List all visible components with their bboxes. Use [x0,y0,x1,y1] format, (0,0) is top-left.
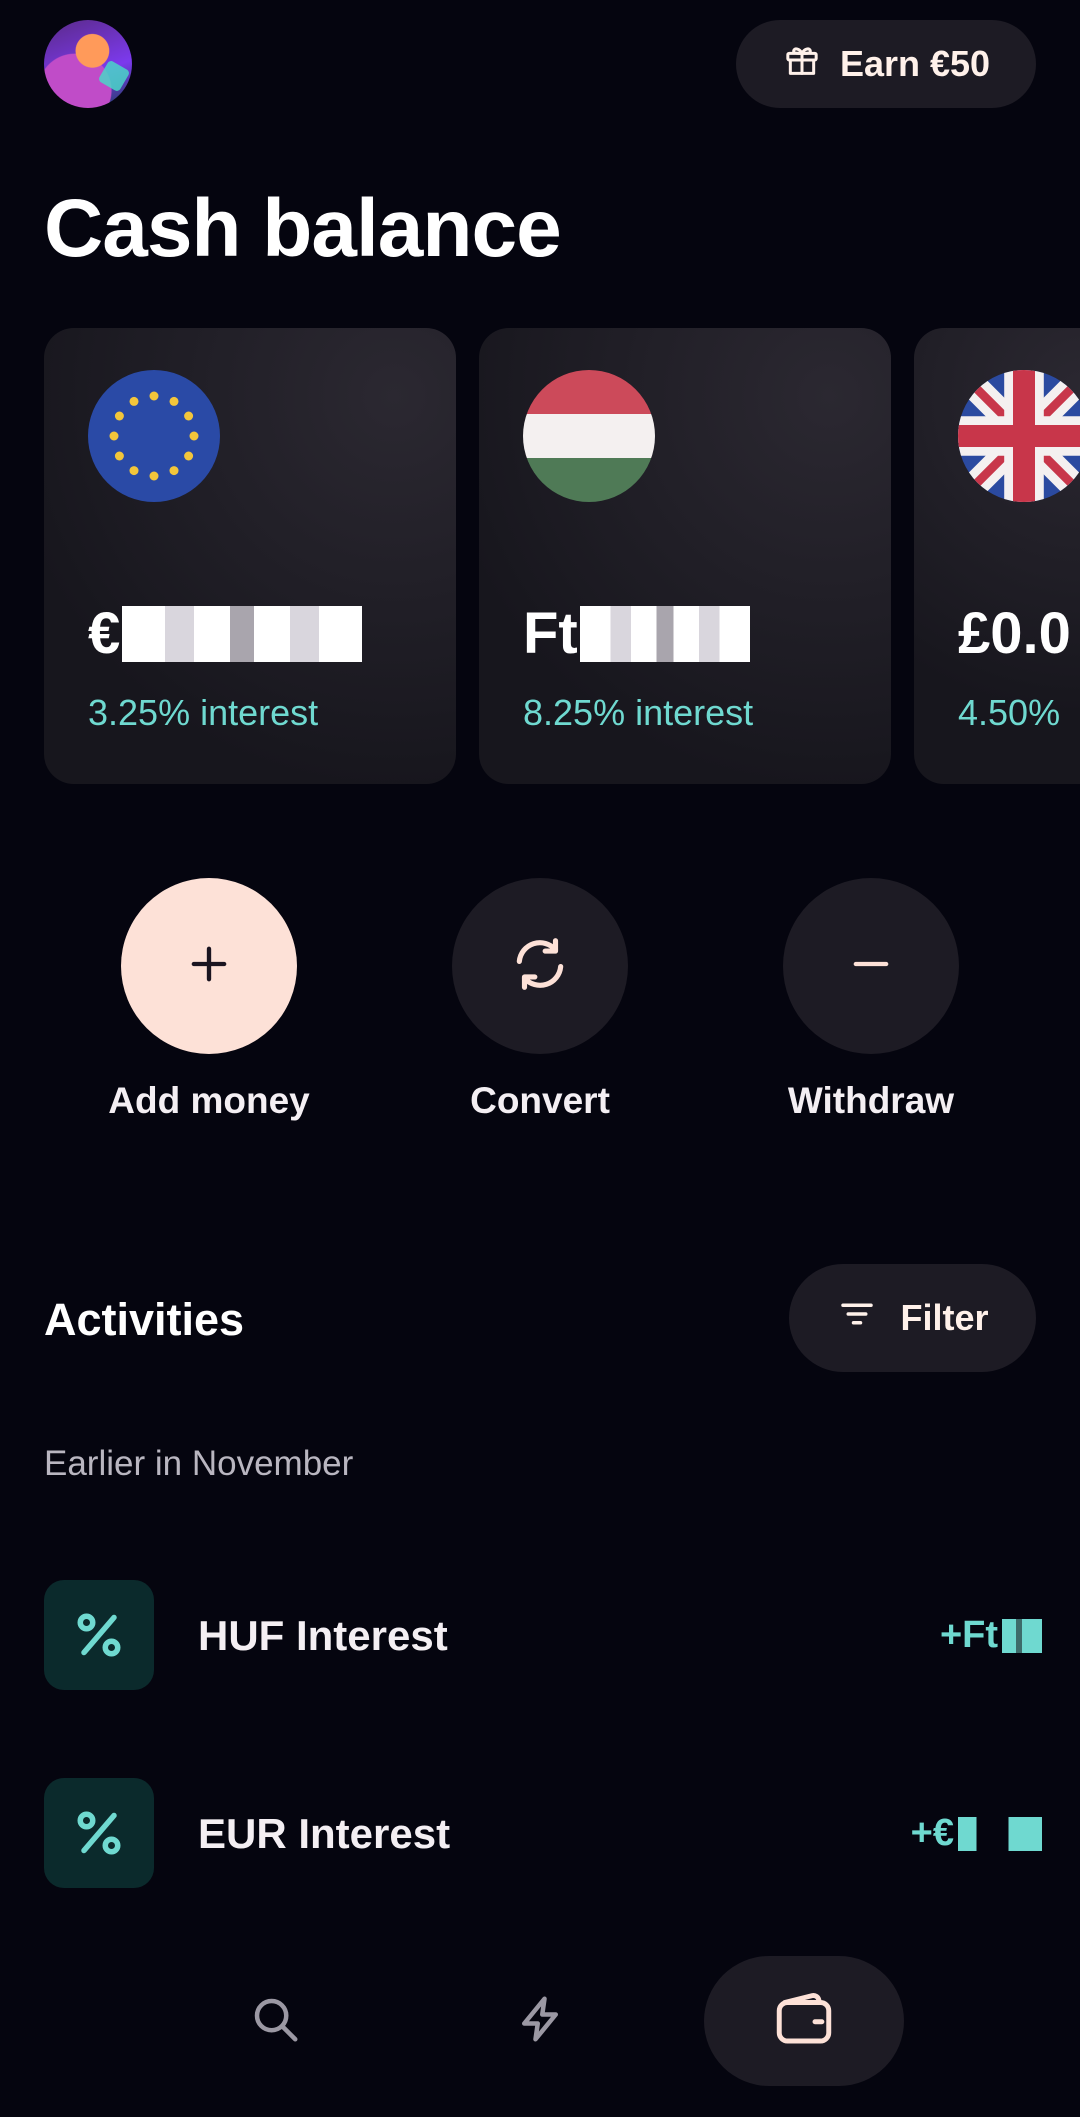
filter-button[interactable]: Filter [789,1264,1036,1372]
activities-title: Activities [44,1294,245,1345]
interest-rate: 3.25% interest [88,692,319,733]
balance-amount: Ft [523,600,750,667]
redacted-amount [122,605,363,662]
filter-icon [836,1293,878,1344]
redacted-amount [1002,1618,1042,1653]
balance-amount: € [88,600,363,667]
withdraw-label: Withdraw [787,1080,955,1121]
redacted-amount [958,1816,1042,1851]
currency-symbol: € [88,601,121,666]
refresh-icon [509,933,571,1000]
convert-button[interactable] [452,878,628,1054]
add-money-label: Add money [108,1080,310,1121]
interest-rate: 4.50% [958,692,1061,733]
filter-label: Filter [900,1297,989,1338]
hungary-flag-icon [523,370,655,502]
plus-icon [183,938,235,995]
activity-amount: +Ft [940,1614,1042,1657]
withdraw-button[interactable] [783,878,959,1054]
nav-activity[interactable] [440,1956,640,2086]
interest-rate: 8.25% interest [523,692,754,733]
earn-label: Earn €50 [839,43,991,84]
redacted-amount [579,605,750,662]
activity-group-label: Earlier in November [44,1444,354,1483]
add-money-button[interactable] [121,878,297,1054]
balance-amount: £0.0 [958,601,1071,666]
profile-avatar[interactable] [44,20,132,108]
uk-flag-icon [958,370,1080,502]
earn-referral-button[interactable]: Earn €50 [736,20,1036,108]
gift-icon [782,40,822,89]
account-card-gbp[interactable]: £0.0 4.50% [914,328,1080,784]
lightning-icon [513,1992,567,2051]
activity-title: EUR Interest [198,1810,451,1857]
amount-prefix: +€ [910,1812,954,1854]
activity-title: HUF Interest [198,1612,448,1659]
wallet-icon [771,1986,837,2057]
currency-symbol: Ft [523,601,578,666]
account-card-eur[interactable]: € 3.25% interest [44,328,456,784]
minus-icon [845,938,897,995]
convert-label: Convert [470,1080,610,1121]
activity-row-huf-interest[interactable]: HUF Interest +Ft [0,1580,1080,1690]
activity-row-eur-interest[interactable]: EUR Interest +€ [0,1778,1080,1888]
nav-wallet[interactable] [704,1956,904,2086]
activity-amount: +€ [911,1812,1042,1855]
account-card-huf[interactable]: Ft 8.25% interest [479,328,891,784]
percent-icon [44,1778,154,1888]
percent-icon [44,1580,154,1690]
nav-search[interactable] [175,1956,375,2086]
amount-prefix: +Ft [939,1614,998,1656]
eu-flag-icon [88,370,220,502]
page-title: Cash balance [44,183,562,274]
search-icon [248,1992,302,2051]
